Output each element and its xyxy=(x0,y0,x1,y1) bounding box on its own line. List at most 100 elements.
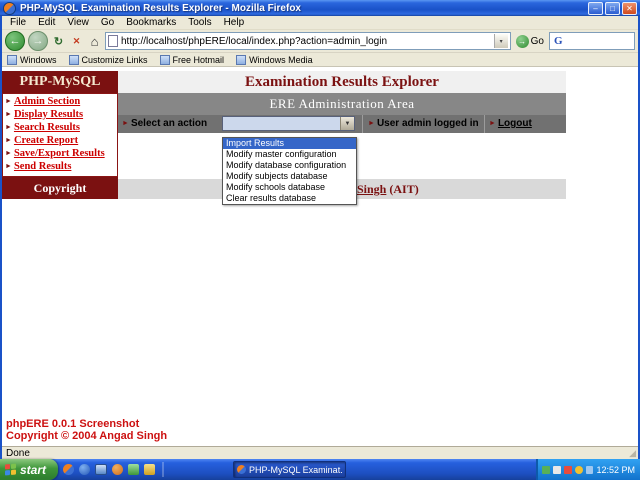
page-title: Examination Results Explorer xyxy=(245,73,439,90)
select-action-text: Select an action xyxy=(130,118,208,129)
bookmark-icon xyxy=(68,54,79,65)
footer-version-text: phpERE 0.0.1 Screenshot xyxy=(6,418,140,430)
sidebar-row: ► Admin Section xyxy=(3,95,117,108)
url-text[interactable]: http://localhost/phpERE/local/index.php?… xyxy=(121,36,494,47)
user-name-link[interactable]: Singh xyxy=(357,182,386,196)
sidebar-row: ► Send Results xyxy=(3,160,117,173)
menu-bookmarks[interactable]: Bookmarks xyxy=(120,17,182,28)
logout-text[interactable]: Logout xyxy=(498,118,532,129)
url-bar[interactable]: http://localhost/phpERE/local/index.php?… xyxy=(105,32,511,50)
menu-go[interactable]: Go xyxy=(95,17,120,28)
tray-icon-1[interactable] xyxy=(542,465,550,474)
system-tray: 12:52 PM xyxy=(536,459,640,480)
sidebar-copyright: Copyright xyxy=(2,177,118,199)
go-label: Go xyxy=(530,35,544,47)
home-button[interactable]: ⌂ xyxy=(87,33,102,49)
menu-tools[interactable]: Tools xyxy=(182,17,217,28)
navigation-toolbar: ← → ↻ ✕ ⌂ http://localhost/phpERE/local/… xyxy=(2,30,638,53)
dropdown-option-clear-results-database[interactable]: Clear results database xyxy=(223,193,356,204)
bookmark-icon xyxy=(236,54,247,65)
sidebar-link-display-results[interactable]: Display Results xyxy=(14,109,83,120)
maximize-button[interactable]: □ xyxy=(605,1,620,15)
menu-file[interactable]: File xyxy=(4,17,32,28)
action-dropdown-list: Import Results Modify master configurati… xyxy=(222,137,357,205)
taskbar-window-button[interactable]: PHP-MySQL Examinat... xyxy=(233,461,346,478)
user-info-text: Singh (AIT) xyxy=(357,182,419,197)
sidebar-menu: ► Admin Section ► Display Results ► Sear… xyxy=(2,93,118,177)
windows-flag-icon xyxy=(5,463,16,476)
sidebar-row: ► Save/Export Results xyxy=(3,147,117,160)
dropdown-option-import-results[interactable]: Import Results xyxy=(223,138,356,149)
bookmark-free-hotmail[interactable]: Free Hotmail xyxy=(159,54,224,65)
arrow-bullet-icon: ► xyxy=(489,120,496,127)
user-org-text: (AIT) xyxy=(389,181,419,196)
minimize-button[interactable]: – xyxy=(588,1,603,15)
quick-launch-internet-icon[interactable] xyxy=(79,464,90,475)
menu-edit[interactable]: Edit xyxy=(32,17,61,28)
sidebar-link-save-export-results[interactable]: Save/Export Results xyxy=(14,148,105,159)
admin-action-bar: ► Select an action ▼ ► User admin logged… xyxy=(118,115,566,133)
sidebar-link-send-results[interactable]: Send Results xyxy=(14,161,71,172)
page-viewport: PHP-MySQL ► Admin Section ► Display Resu… xyxy=(2,67,638,446)
dropdown-option-modify-schools-database[interactable]: Modify schools database xyxy=(223,182,356,193)
tray-icon-3[interactable] xyxy=(563,465,572,474)
bookmark-customize-links[interactable]: Customize Links xyxy=(68,54,148,65)
window-title: PHP-MySQL Examination Results Explorer -… xyxy=(20,2,301,14)
sidebar-link-admin-section[interactable]: Admin Section xyxy=(14,96,80,107)
arrow-bullet-icon: ► xyxy=(368,120,375,127)
quick-launch-show-desktop-icon[interactable] xyxy=(95,464,107,475)
menu-view[interactable]: View xyxy=(61,17,95,28)
quick-launch-firefox-icon[interactable] xyxy=(63,464,74,475)
arrow-bullet-icon: ► xyxy=(5,150,12,157)
go-arrow-icon: → xyxy=(515,34,529,48)
arrow-bullet-icon: ► xyxy=(122,120,129,127)
page-title-row: Examination Results Explorer xyxy=(118,71,566,93)
menu-help[interactable]: Help xyxy=(218,17,251,28)
quick-launch-icon-6[interactable] xyxy=(144,464,155,475)
back-button[interactable]: ← xyxy=(5,31,25,51)
start-label: start xyxy=(20,462,47,477)
start-button[interactable]: start xyxy=(0,459,58,480)
quick-launch-media-icon[interactable] xyxy=(112,464,123,475)
url-history-dropdown-icon[interactable]: ▾ xyxy=(493,34,508,48)
bookmarks-toolbar: Windows Customize Links Free Hotmail Win… xyxy=(2,53,638,67)
tray-icon-4[interactable] xyxy=(574,465,583,474)
dropdown-option-modify-database-configuration[interactable]: Modify database configuration xyxy=(223,160,356,171)
logout-link[interactable]: ► Logout xyxy=(489,118,532,129)
forward-button[interactable]: → xyxy=(28,31,48,51)
taskbar-clock: 12:52 PM xyxy=(596,464,635,475)
quick-launch-bar xyxy=(63,459,164,480)
sidebar-row: ► Create Report xyxy=(3,134,117,147)
bookmark-label: Customize Links xyxy=(81,54,148,65)
user-status-text: User admin logged in xyxy=(376,118,479,129)
sidebar-row: ► Display Results xyxy=(3,108,117,121)
bookmark-icon xyxy=(159,54,170,65)
dropdown-option-modify-master-configuration[interactable]: Modify master configuration xyxy=(223,149,356,160)
close-button[interactable]: ✕ xyxy=(622,1,637,15)
bookmark-windows-media[interactable]: Windows Media xyxy=(236,54,313,65)
status-text: Done xyxy=(6,447,30,459)
sidebar-link-search-results[interactable]: Search Results xyxy=(14,122,80,133)
search-input[interactable]: G xyxy=(549,32,635,50)
cell-divider xyxy=(484,115,485,133)
arrow-bullet-icon: ► xyxy=(5,137,12,144)
taskbar-window-label: PHP-MySQL Examinat... xyxy=(249,464,342,475)
stop-button[interactable]: ✕ xyxy=(69,33,84,49)
bookmark-windows[interactable]: Windows xyxy=(7,54,57,65)
quick-launch-icon-5[interactable] xyxy=(128,464,139,475)
go-button[interactable]: → Go xyxy=(514,34,546,48)
site-icon xyxy=(108,35,118,47)
tray-icon-2[interactable] xyxy=(552,465,561,474)
dropdown-option-modify-subjects-database[interactable]: Modify subjects database xyxy=(223,171,356,182)
arrow-bullet-icon: ► xyxy=(5,111,12,118)
select-action-label: ► Select an action xyxy=(122,118,207,129)
site-brand: PHP-MySQL xyxy=(2,71,118,93)
tray-icon-5[interactable] xyxy=(585,465,594,474)
footer-copyright-text: Copyright © 2004 Angad Singh xyxy=(6,430,168,442)
action-select[interactable]: ▼ xyxy=(222,116,355,131)
reload-button[interactable]: ↻ xyxy=(51,33,66,49)
resize-grip[interactable] xyxy=(629,449,636,458)
chevron-down-icon[interactable]: ▼ xyxy=(340,117,354,130)
taskbar-divider xyxy=(162,462,164,477)
sidebar-link-create-report[interactable]: Create Report xyxy=(14,135,78,146)
